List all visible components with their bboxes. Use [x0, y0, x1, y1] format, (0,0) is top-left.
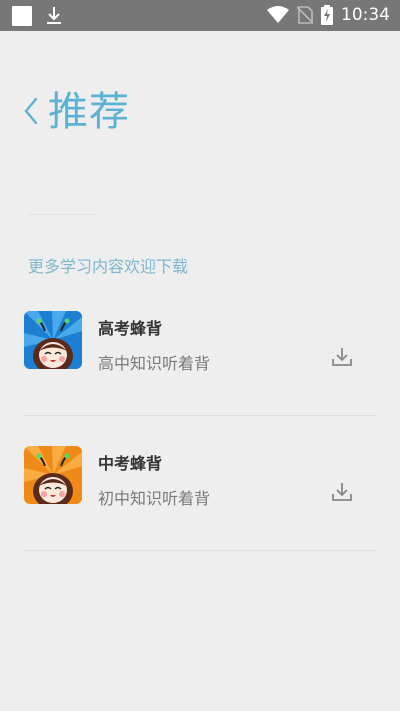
status-bar: 10:34 — [0, 0, 400, 31]
square-notification-icon — [12, 6, 32, 26]
row-divider — [24, 415, 376, 416]
section-label: 更多学习内容欢迎下载 — [28, 257, 189, 276]
chevron-left-icon — [24, 97, 38, 125]
download-icon — [332, 483, 352, 501]
app-list-item[interactable]: 高考蜂背 高中知识听着背 — [24, 305, 376, 416]
app-description: 高中知识听着背 — [98, 354, 211, 373]
back-button[interactable] — [20, 94, 46, 128]
battery-charging-icon — [321, 5, 333, 25]
divider — [28, 214, 96, 215]
no-sim-icon — [297, 6, 313, 24]
download-button[interactable] — [330, 345, 354, 369]
app-list-item[interactable]: 中考蜂背 初中知识听着背 — [24, 440, 376, 551]
app-name: 中考蜂背 — [98, 454, 163, 473]
download-notification-icon — [47, 7, 61, 24]
app-name: 高考蜂背 — [98, 319, 163, 338]
app-icon — [24, 446, 82, 504]
row-divider — [24, 550, 376, 551]
page-title: 推荐 — [48, 89, 130, 135]
wifi-icon — [267, 6, 289, 23]
status-time: 10:34 — [341, 5, 390, 25]
header: 推荐 — [0, 80, 400, 144]
download-button[interactable] — [330, 480, 354, 504]
download-icon — [332, 348, 352, 366]
app-description: 初中知识听着背 — [98, 489, 211, 508]
app-icon — [24, 311, 82, 369]
